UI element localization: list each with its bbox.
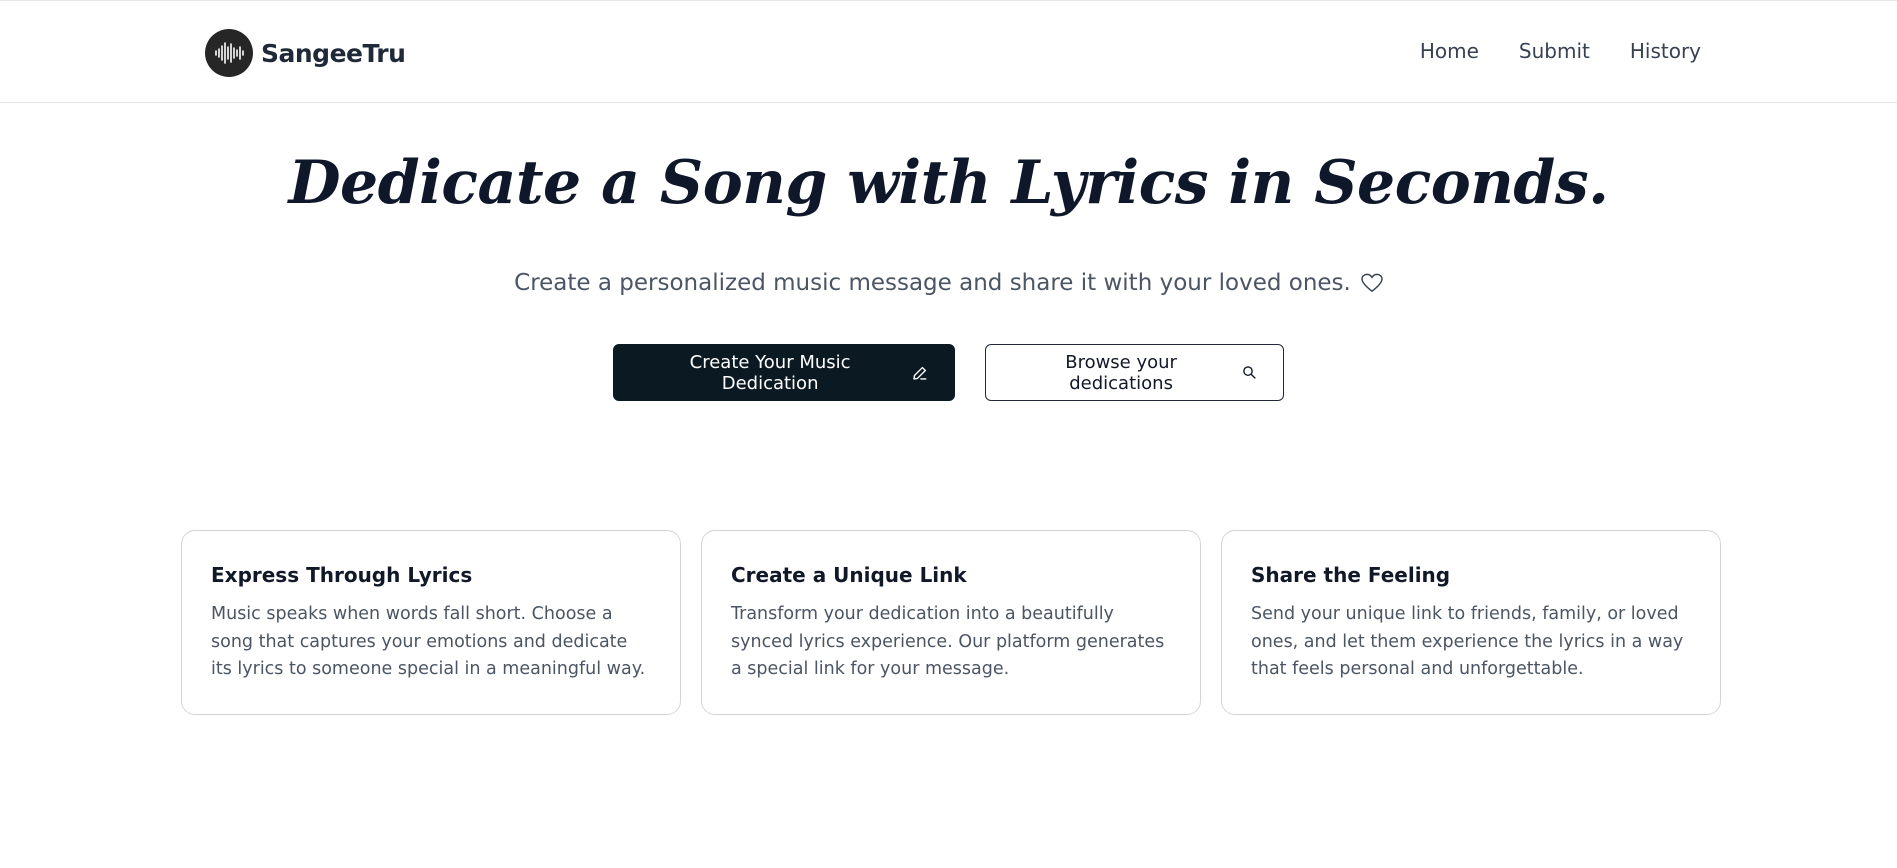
- site-header: SangeeTru Home Submit History: [0, 1, 1897, 103]
- feature-card: Express Through Lyrics Music speaks when…: [181, 530, 681, 715]
- feature-cards: Express Through Lyrics Music speaks when…: [181, 530, 1721, 715]
- feature-card-title: Create a Unique Link: [731, 563, 967, 587]
- search-icon: [1243, 366, 1256, 379]
- create-dedication-label: Create Your Music Dedication: [689, 351, 851, 394]
- soundwave-icon: [205, 29, 253, 77]
- browse-dedications-button[interactable]: Browse your dedications: [985, 344, 1284, 401]
- hero-title: Dedicate a Song with Lyrics in Seconds.: [288, 148, 1609, 218]
- pencil-icon: [913, 366, 927, 380]
- feature-card-text: Send your unique link to friends, family…: [1251, 604, 1684, 679]
- feature-card-text: Transform your dedication into a beautif…: [731, 604, 1165, 679]
- feature-card: Create a Unique Link Transform your dedi…: [701, 530, 1201, 715]
- feature-card: Share the Feeling Send your unique link …: [1221, 530, 1721, 715]
- hero-subtitle-text: Create a personalized music message and …: [514, 270, 1351, 296]
- feature-card-title: Share the Feeling: [1251, 563, 1451, 587]
- nav-submit-link[interactable]: Submit: [1519, 39, 1590, 63]
- create-dedication-button[interactable]: Create Your Music Dedication: [613, 344, 955, 401]
- feature-card-text: Music speaks when words fall short. Choo…: [211, 604, 646, 679]
- hero-actions: Create Your Music Dedication Browse your…: [0, 344, 1897, 401]
- brand-logo[interactable]: SangeeTru: [205, 25, 406, 81]
- hero-subtitle: Create a personalized music message and …: [0, 270, 1897, 296]
- browse-dedications-label: Browse your dedications: [1065, 351, 1177, 394]
- brand-name: SangeeTru: [261, 38, 406, 68]
- nav-home-link[interactable]: Home: [1420, 39, 1479, 63]
- heart-icon: [1361, 273, 1383, 292]
- main-nav: Home Submit History: [1420, 39, 1701, 63]
- feature-card-title: Express Through Lyrics: [211, 563, 473, 587]
- nav-history-link[interactable]: History: [1630, 39, 1701, 63]
